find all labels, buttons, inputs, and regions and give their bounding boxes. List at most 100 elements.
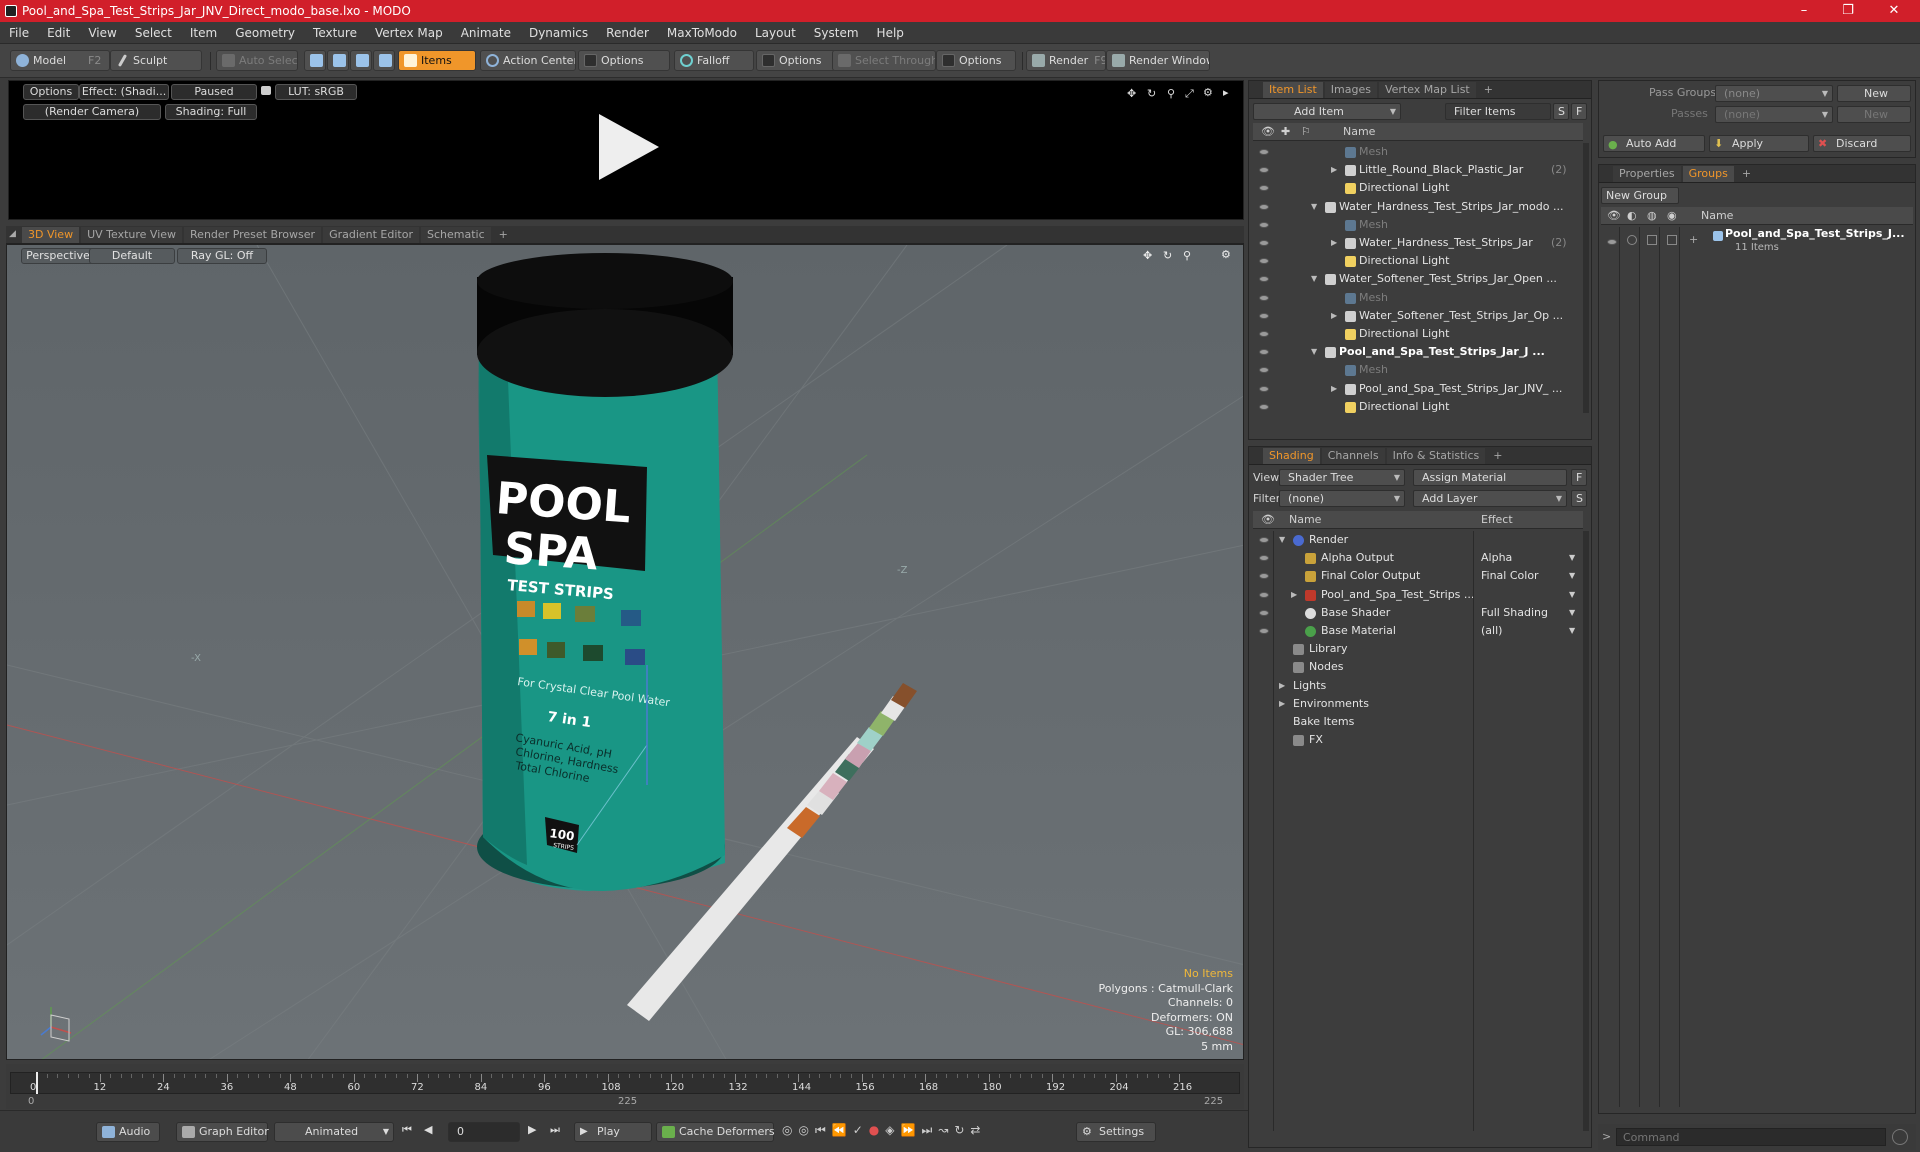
- add-layer-dropdown[interactable]: Add Layer ▼: [1413, 490, 1567, 507]
- eye-icon[interactable]: [1259, 294, 1269, 301]
- lock-toggle-icon[interactable]: [1647, 235, 1657, 245]
- next-key-icon[interactable]: ⏩: [901, 1123, 916, 1141]
- shader-tree-row[interactable]: Alpha Output Alpha ▼: [1253, 549, 1579, 567]
- eye-icon[interactable]: [1259, 149, 1269, 155]
- expand-right-icon[interactable]: ▶: [1291, 586, 1297, 604]
- menu-help[interactable]: Help: [868, 26, 913, 40]
- step-forward-icon[interactable]: ▶: [528, 1123, 536, 1136]
- filter-f-button[interactable]: F: [1571, 103, 1587, 120]
- expand-right-icon[interactable]: ▶: [1331, 380, 1337, 398]
- eye-icon[interactable]: [1259, 573, 1269, 580]
- minimize-button[interactable]: –: [1784, 0, 1824, 22]
- add-tab-button[interactable]: +: [1736, 166, 1757, 182]
- select-vertices-button[interactable]: [304, 50, 326, 71]
- new-pass-button[interactable]: New: [1837, 106, 1911, 123]
- menu-select[interactable]: Select: [126, 26, 181, 40]
- shader-tree-row[interactable]: ▶ Pool_and_Spa_Test_Strips ... ▼: [1253, 586, 1579, 604]
- item-list-row[interactable]: Directional Light: [1253, 398, 1579, 416]
- close-button[interactable]: ✕: [1874, 0, 1914, 22]
- eye-icon[interactable]: [1259, 591, 1269, 598]
- shader-tree-row[interactable]: FX: [1253, 731, 1579, 749]
- shader-tree-row[interactable]: ▼ Render: [1253, 531, 1579, 549]
- maximize-view-icon[interactable]: ⤢: [1185, 87, 1194, 101]
- menu-edit[interactable]: Edit: [38, 26, 79, 40]
- assign-material-button[interactable]: Assign Material: [1413, 469, 1567, 486]
- expand-down-icon[interactable]: ▼: [1279, 531, 1285, 549]
- auto-select-button[interactable]: Auto Select: [216, 50, 298, 71]
- item-list-row[interactable]: ▶ Pool_and_Spa_Test_Strips_Jar_JNV_ ...: [1253, 380, 1579, 398]
- eye-icon[interactable]: [1259, 240, 1269, 246]
- menu-layout[interactable]: Layout: [746, 26, 805, 40]
- eye-icon[interactable]: [1259, 349, 1269, 356]
- tab-channels[interactable]: Channels: [1321, 448, 1385, 464]
- shader-tree-row[interactable]: Library: [1253, 640, 1579, 658]
- curve-icon[interactable]: ↝: [938, 1123, 948, 1141]
- prev-key-icon[interactable]: ⏮: [815, 1123, 826, 1141]
- command-history-icon[interactable]: [1892, 1129, 1908, 1145]
- chevron-down-icon[interactable]: ▼: [1569, 549, 1575, 567]
- menu-maxtomodo[interactable]: MaxToModo: [658, 26, 746, 40]
- new-group-button[interactable]: New Group: [1601, 187, 1679, 204]
- eye-icon[interactable]: [1259, 385, 1269, 392]
- shader-tree-row[interactable]: Bake Items: [1253, 713, 1579, 731]
- panel-menu-icon[interactable]: ◢: [9, 229, 16, 239]
- shader-tree-row[interactable]: ▶ Environments: [1253, 695, 1579, 713]
- menu-view[interactable]: View: [79, 26, 125, 40]
- filter-items-input[interactable]: Filter Items: [1445, 103, 1551, 120]
- item-list-row[interactable]: Mesh: [1253, 216, 1579, 234]
- eye-icon[interactable]: [1259, 276, 1269, 283]
- select-toggle-icon[interactable]: [1667, 235, 1677, 245]
- shader-tree-dropdown[interactable]: Shader Tree ▼: [1279, 469, 1405, 486]
- key-icon[interactable]: ◎: [798, 1123, 808, 1141]
- expand-right-icon[interactable]: ▶: [1279, 695, 1285, 713]
- shader-tree-row[interactable]: ▶ Lights: [1253, 677, 1579, 695]
- command-input[interactable]: [1616, 1128, 1886, 1146]
- default-style-dropdown[interactable]: Default: [89, 248, 175, 264]
- model-mode-button[interactable]: Model F2: [10, 50, 110, 71]
- play-render-icon[interactable]: [599, 114, 659, 180]
- auto-add-button[interactable]: ● Auto Add: [1603, 135, 1705, 152]
- shader-tree-scrollbar[interactable]: [1583, 531, 1589, 1131]
- eye-icon[interactable]: [1259, 331, 1269, 337]
- item-list-scrollbar[interactable]: [1583, 143, 1589, 413]
- eye-icon[interactable]: [1259, 403, 1269, 410]
- preview-effect-dropdown[interactable]: Effect: (Shadi...: [79, 84, 169, 100]
- zoom-icon[interactable]: ⚲: [1167, 87, 1175, 100]
- item-list-row[interactable]: Mesh: [1253, 289, 1579, 307]
- audio-button[interactable]: Audio: [96, 1122, 160, 1142]
- pan-icon[interactable]: ✥: [1143, 249, 1152, 262]
- play-button[interactable]: ▶ Play: [574, 1122, 652, 1142]
- curve-icon[interactable]: ⇄: [970, 1123, 980, 1141]
- step-back-icon[interactable]: ◀: [424, 1123, 432, 1136]
- apply-button[interactable]: ⬇ Apply: [1709, 135, 1809, 152]
- eye-icon[interactable]: [1259, 258, 1269, 265]
- group-row[interactable]: + Pool_and_Spa_Test_Strips_J... 11 Items: [1601, 227, 1913, 261]
- shader-tree-row[interactable]: Base Shader Full Shading ▼: [1253, 604, 1579, 622]
- preview-options-button[interactable]: Options: [23, 84, 79, 100]
- sculpt-mode-button[interactable]: Sculpt: [110, 50, 202, 71]
- expand-icon[interactable]: +: [1689, 231, 1698, 249]
- tab-vertex-map-list[interactable]: Vertex Map List: [1378, 82, 1476, 98]
- shader-tree-row[interactable]: Final Color Output Final Color ▼: [1253, 567, 1579, 585]
- action-center-button[interactable]: Action Center: [480, 50, 576, 71]
- rotate-icon[interactable]: ↻: [1163, 249, 1172, 262]
- item-list-row[interactable]: ▶ Water_Softener_Test_Strips_Jar_Op ...: [1253, 307, 1579, 325]
- skip-end-icon[interactable]: ⏭: [550, 1123, 560, 1137]
- tab-shading[interactable]: Shading: [1263, 448, 1320, 464]
- falloff-button[interactable]: Falloff: [674, 50, 754, 71]
- shader-effect-dropdown[interactable]: Full Shading: [1481, 604, 1548, 622]
- menu-dynamics[interactable]: Dynamics: [520, 26, 597, 40]
- discard-button[interactable]: ✖ Discard: [1813, 135, 1911, 152]
- timeline-playhead[interactable]: [36, 1072, 38, 1094]
- items-mode-button[interactable]: Items: [398, 50, 476, 71]
- expand-down-icon[interactable]: ▼: [1311, 198, 1317, 216]
- graph-editor-button[interactable]: Graph Editor: [176, 1122, 269, 1142]
- shading-filter-dropdown[interactable]: (none) ▼: [1279, 490, 1405, 507]
- 3d-viewport[interactable]: POOL SPA TEST STRIPS For Crystal Clear P…: [6, 244, 1244, 1060]
- expand-right-icon[interactable]: ▶: [1279, 677, 1285, 695]
- maximize-button[interactable]: ❐: [1828, 0, 1868, 22]
- timeline[interactable]: 0 12 24 36 48 60 72 84 96 108 120 132 144 156 168 180 19…: [6, 1064, 1244, 1109]
- lock-icon[interactable]: [261, 86, 271, 95]
- item-list-row[interactable]: Mesh: [1253, 143, 1579, 161]
- menu-render[interactable]: Render: [597, 26, 658, 40]
